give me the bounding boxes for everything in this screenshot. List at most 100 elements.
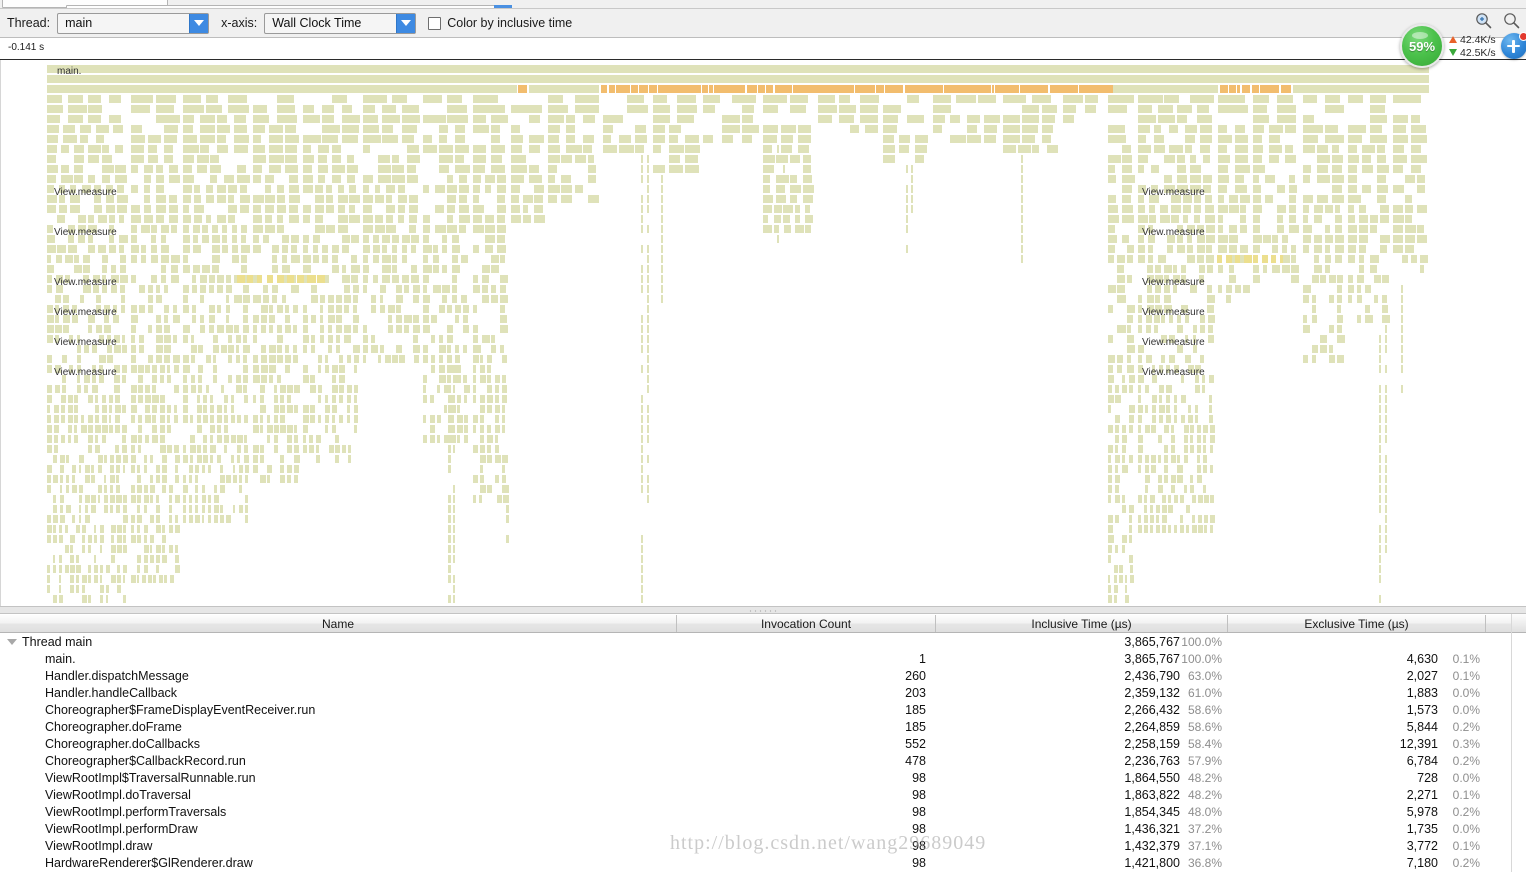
flame-block[interactable] xyxy=(303,235,309,243)
flame-block[interactable] xyxy=(327,325,333,333)
flame-block[interactable] xyxy=(101,405,108,413)
flame-block[interactable] xyxy=(162,465,168,473)
flame-block[interactable] xyxy=(1317,155,1331,163)
flame-block[interactable] xyxy=(52,535,57,543)
flame-block[interactable] xyxy=(1251,85,1259,93)
flame-block[interactable] xyxy=(448,515,451,523)
flame-block[interactable] xyxy=(1183,435,1189,443)
flame-block[interactable] xyxy=(453,495,455,503)
flame-block[interactable] xyxy=(56,285,63,293)
flame-block[interactable] xyxy=(1365,315,1373,323)
flame-block[interactable] xyxy=(548,165,558,173)
flame-block[interactable] xyxy=(783,175,785,183)
flame-block[interactable] xyxy=(1401,315,1403,323)
flame-block[interactable] xyxy=(101,265,107,273)
flame-block[interactable] xyxy=(432,265,439,273)
flame-block[interactable] xyxy=(108,95,122,103)
flame-block[interactable] xyxy=(311,285,317,293)
flame-block[interactable] xyxy=(641,165,643,173)
flame-block[interactable] xyxy=(1303,315,1308,323)
flame-block[interactable] xyxy=(1145,315,1153,323)
flame-block[interactable] xyxy=(93,205,102,213)
flame-block[interactable] xyxy=(703,105,715,113)
flame-block[interactable] xyxy=(411,265,417,273)
flame-block[interactable] xyxy=(164,155,174,163)
flame-block[interactable] xyxy=(112,305,118,313)
flame-block[interactable] xyxy=(1229,225,1237,233)
flame-block[interactable] xyxy=(147,145,158,153)
flame-block[interactable] xyxy=(423,295,430,303)
flame-block[interactable] xyxy=(312,235,321,243)
flame-block[interactable] xyxy=(110,505,113,513)
flame-block[interactable] xyxy=(439,135,447,143)
flame-block[interactable] xyxy=(1382,295,1387,303)
flame-block[interactable] xyxy=(363,185,370,193)
flame-block[interactable] xyxy=(1218,285,1222,293)
flame-block[interactable] xyxy=(741,135,752,143)
flame-block[interactable] xyxy=(386,195,392,203)
flame-block[interactable] xyxy=(1265,175,1275,183)
flame-block[interactable] xyxy=(1144,525,1148,533)
flame-block[interactable] xyxy=(776,85,785,93)
flame-block[interactable] xyxy=(314,205,325,213)
flame-block[interactable] xyxy=(641,545,643,553)
flame-block[interactable] xyxy=(122,405,127,413)
flame-block[interactable] xyxy=(1153,145,1166,153)
flame-block[interactable] xyxy=(1113,575,1117,583)
flame-block[interactable] xyxy=(1236,85,1241,93)
flame-block[interactable] xyxy=(174,545,179,553)
flame-block[interactable] xyxy=(1218,215,1224,223)
flame-block[interactable] xyxy=(480,355,484,363)
flame-block[interactable] xyxy=(348,455,351,463)
flame-block[interactable] xyxy=(404,285,409,293)
flame-block[interactable] xyxy=(392,235,399,243)
flame-block[interactable] xyxy=(741,115,753,123)
flame-block[interactable] xyxy=(450,435,457,443)
flame-block[interactable] xyxy=(1117,285,1125,293)
flame-block[interactable] xyxy=(1196,105,1209,113)
flame-block[interactable] xyxy=(105,595,108,603)
flame-block[interactable] xyxy=(339,415,344,423)
flame-block[interactable] xyxy=(213,365,218,373)
flame-block[interactable] xyxy=(60,145,70,153)
flame-block[interactable] xyxy=(225,275,232,283)
flame-block[interactable] xyxy=(158,575,164,583)
flame-block[interactable] xyxy=(203,435,208,443)
flame-block[interactable] xyxy=(641,425,643,433)
flame-block[interactable] xyxy=(303,165,312,173)
flame-block[interactable] xyxy=(183,515,186,523)
flame-block[interactable] xyxy=(1379,385,1381,393)
flame-block[interactable] xyxy=(1115,445,1119,453)
flame-block[interactable] xyxy=(212,265,219,273)
flame-block[interactable] xyxy=(473,175,481,183)
flame-block[interactable] xyxy=(259,395,265,403)
flame-block[interactable] xyxy=(429,415,436,423)
flame-block[interactable] xyxy=(1183,445,1188,453)
flame-block[interactable] xyxy=(653,95,667,103)
flame-block[interactable] xyxy=(1138,125,1150,133)
flame-block[interactable] xyxy=(406,145,420,153)
flame-block[interactable] xyxy=(281,265,290,273)
flame-block[interactable] xyxy=(1420,265,1425,273)
flame-block[interactable] xyxy=(277,375,282,383)
flame-block[interactable] xyxy=(372,235,379,243)
flame-block[interactable] xyxy=(455,135,466,143)
flame-block[interactable] xyxy=(1144,495,1148,503)
flame-block[interactable] xyxy=(65,255,74,263)
flame-block[interactable] xyxy=(82,595,87,603)
flame-block[interactable] xyxy=(1335,255,1342,263)
flame-block[interactable] xyxy=(1200,145,1211,153)
flame-block[interactable] xyxy=(101,145,110,153)
flame-block[interactable] xyxy=(253,425,259,433)
flame-block[interactable] xyxy=(363,325,367,333)
flame-block[interactable] xyxy=(404,315,412,323)
flame-block[interactable] xyxy=(103,475,107,483)
flame-block[interactable] xyxy=(47,435,52,443)
flame-block[interactable] xyxy=(117,575,122,583)
flame-block[interactable] xyxy=(1096,85,1107,93)
flame-block[interactable] xyxy=(88,415,93,423)
flame-block[interactable] xyxy=(94,405,99,413)
flame-block[interactable] xyxy=(1138,115,1157,123)
flame-block[interactable] xyxy=(96,125,109,133)
flame-block[interactable] xyxy=(143,175,151,183)
